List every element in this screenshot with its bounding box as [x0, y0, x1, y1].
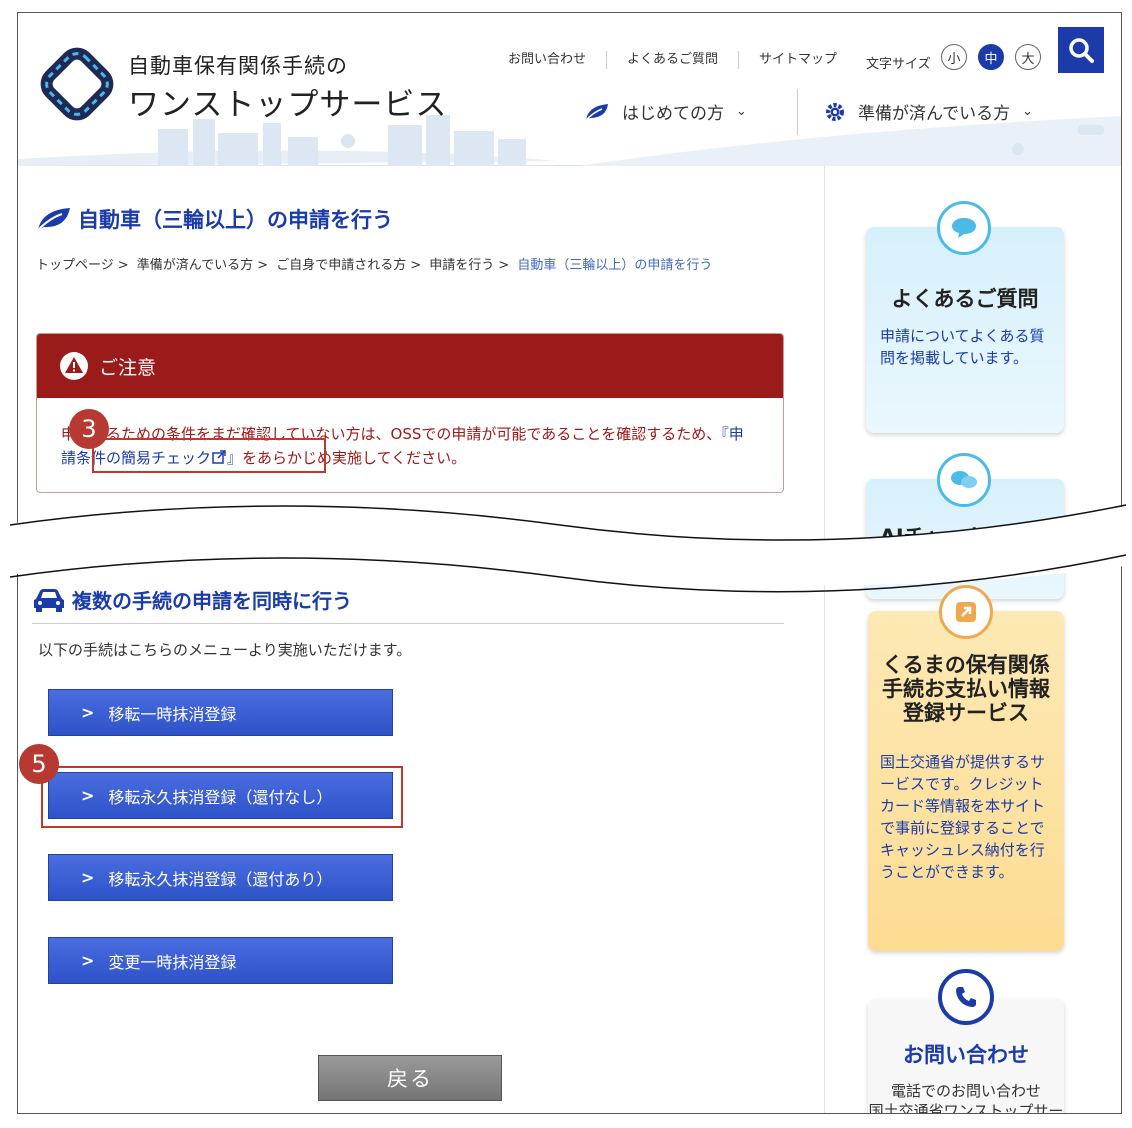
breadcrumb-item[interactable]: トップページ	[36, 258, 114, 273]
nav-ready[interactable]: 準備が済んでいる方 ⌄	[824, 99, 1033, 124]
font-size-large-button[interactable]: 大	[1015, 44, 1041, 70]
chevron-right-icon: >	[81, 868, 95, 887]
contact-card-text-line: 電話でのお問い合わせ	[890, 1082, 1041, 1100]
breadcrumb: トップページ > 準備が済んでいる方 > ご自身で申請される方 > 申請を行う > 自動…	[36, 254, 712, 273]
chevron-down-icon: ⌄	[1022, 104, 1034, 119]
section-divider	[32, 623, 784, 624]
search-icon	[1069, 38, 1094, 63]
transfer-permanent-deregistration-refund-button[interactable]: > 移転永久抹消登録（還付あり）	[48, 854, 393, 901]
payment-card-title: くるまの保有関係 手続お支払い情報 登録サービス	[868, 653, 1064, 725]
top-links: お問い合わせ よくあるご質問 サイトマップ	[488, 51, 857, 69]
chevron-down-icon: ⌄	[736, 104, 747, 119]
font-size-small-button[interactable]: 小	[941, 44, 967, 70]
font-size-label: 文字サイズ	[866, 57, 931, 72]
faq-card-title: よくあるご質問	[891, 287, 1039, 311]
page-title: 自動車（三輪以上）の申請を行う	[36, 204, 393, 234]
step-highlight-3	[92, 438, 326, 473]
nav-first-time[interactable]: はじめての方 ⌄	[584, 99, 747, 124]
page-title-text: 自動車（三輪以上）の申請を行う	[78, 208, 393, 232]
site-title-line2: ワンストップサービス	[128, 87, 448, 123]
payment-card-title-line: くるまの保有関係	[882, 653, 1050, 677]
site-logo-icon	[40, 47, 114, 121]
leaf-icon	[585, 103, 608, 121]
breadcrumb-separator: >	[257, 258, 269, 273]
notice-header: ご注意	[37, 334, 783, 398]
menu-button-label: 変更一時抹消登録	[108, 952, 237, 972]
contact-card-title: お問い合わせ	[903, 1043, 1029, 1067]
faq-card[interactable]: よくあるご質問 申請についてよくある質問を掲載しています。	[866, 201, 1064, 433]
font-size-medium-button[interactable]: 中	[978, 44, 1004, 70]
breadcrumb-item[interactable]: 準備が済んでいる方	[137, 258, 253, 273]
contact-link[interactable]: お問い合わせ	[488, 51, 608, 69]
payment-card-title-line: 手続お支払い情報	[882, 677, 1050, 701]
nav-divider	[797, 89, 798, 135]
change-temporary-deregistration-button[interactable]: > 変更一時抹消登録	[48, 937, 393, 984]
breadcrumb-separator: >	[117, 258, 129, 273]
breadcrumb-item[interactable]: ご自身で申請される方	[276, 258, 406, 273]
menu-button-label: 移転一時抹消登録	[108, 704, 237, 724]
breadcrumb-item[interactable]: 申請を行う	[429, 258, 494, 273]
notice-heading: ご注意	[99, 356, 157, 379]
contact-card[interactable]: お問い合わせ 電話でのお問い合わせ 国土交通省ワンストップサービス	[868, 969, 1064, 1114]
nav-ready-label: 準備が済んでいる方	[858, 104, 1011, 124]
chevron-right-icon: >	[81, 951, 95, 970]
step-highlight-5	[41, 766, 403, 828]
back-button[interactable]: 戻る	[318, 1055, 502, 1101]
transfer-temporary-deregistration-button[interactable]: > 移転一時抹消登録	[48, 689, 393, 736]
section-description: 以下の手続はこちらのメニューより実施いただけます。	[38, 641, 412, 659]
payment-registration-card[interactable]: くるまの保有関係 手続お支払い情報 登録サービス 国土交通省が提供するサービスで…	[868, 585, 1064, 951]
sidebar-divider	[824, 166, 825, 1113]
contact-card-text: 電話でのお問い合わせ 国土交通省ワンストップサービス	[868, 1081, 1064, 1114]
leaf-icon	[37, 208, 70, 231]
contact-card-text-line: 国土交通省ワンストップサービス	[868, 1102, 1064, 1114]
site-header: 自動車保有関係手続の ワンストップサービス お問い合わせ よくあるご質問 サイト…	[18, 13, 1121, 166]
faq-card-text: 申請についてよくある質問を掲載しています。	[880, 327, 1045, 367]
sitemap-link[interactable]: サイトマップ	[739, 51, 857, 69]
site-title-line1: 自動車保有関係手続の	[128, 54, 348, 78]
speech-bubble-icon	[937, 201, 991, 255]
step-badge-3: 3	[69, 409, 109, 449]
gear-icon	[826, 102, 844, 121]
step-badge-5: 5	[19, 744, 59, 784]
chevron-right-icon: >	[81, 703, 95, 722]
breadcrumb-separator: >	[410, 258, 422, 273]
breadcrumb-separator: >	[498, 258, 510, 273]
faq-link[interactable]: よくあるご質問	[607, 51, 740, 69]
nav-first-time-label: はじめての方	[622, 104, 724, 124]
payment-card-title-line: 登録サービス	[903, 701, 1029, 725]
phone-icon	[938, 969, 994, 1025]
search-button[interactable]	[1058, 27, 1104, 73]
menu-button-label: 移転永久抹消登録（還付あり）	[108, 869, 333, 889]
warning-icon	[60, 352, 88, 380]
payment-card-text: 国土交通省が提供するサービスです。クレジットカード等情報を本サイトで事前に登録す…	[880, 753, 1046, 881]
page-break-marker	[0, 504, 1132, 593]
breadcrumb-current: 自動車（三輪以上）の申請を行う	[517, 258, 713, 273]
